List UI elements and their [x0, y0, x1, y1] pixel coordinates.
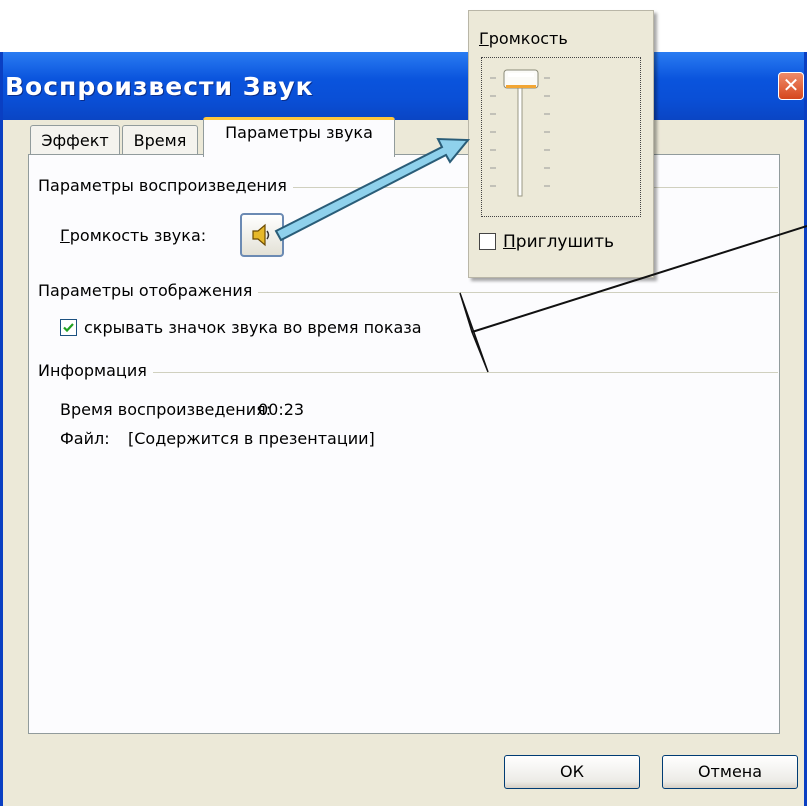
volume-slider[interactable] — [482, 58, 640, 216]
file-label: Файл: — [60, 429, 110, 448]
mute-checkbox[interactable] — [479, 233, 496, 250]
speaker-icon — [252, 223, 270, 247]
cancel-button-label: Отмена — [697, 762, 763, 781]
info-group-label: Информация — [38, 361, 153, 380]
tab-timing-label: Время — [133, 131, 187, 150]
volume-popup: Громкость Приглушить — [468, 10, 654, 278]
file-value: [Содержится в презентации] — [128, 429, 375, 448]
hide-icon-checkbox[interactable] — [60, 319, 77, 336]
tab-timing[interactable]: Время — [122, 125, 198, 157]
slider-ticks-right — [544, 77, 550, 187]
volume-label: Громкость звука: — [60, 226, 207, 245]
close-button[interactable]: ✕ — [778, 72, 804, 100]
tab-effect[interactable]: Эффект — [30, 125, 120, 157]
hide-icon-label[interactable]: скрывать значок звука во время показа — [84, 318, 422, 337]
volume-popup-title: Громкость — [479, 29, 568, 48]
close-icon: ✕ — [782, 73, 800, 97]
duration-label: Время воспроизведения: — [60, 400, 272, 419]
cancel-button[interactable]: Отмена — [662, 755, 798, 789]
volume-slider-frame — [481, 57, 641, 217]
mute-label[interactable]: Приглушить — [503, 232, 614, 252]
dialog-title: Воспроизвести Звук — [5, 72, 314, 101]
display-group-label: Параметры отображения — [38, 281, 259, 300]
tab-sound-settings[interactable]: Параметры звука — [203, 117, 395, 157]
tab-effect-label: Эффект — [41, 131, 109, 150]
volume-button[interactable] — [240, 213, 284, 257]
duration-value: 00:23 — [258, 400, 305, 419]
title-bar[interactable]: Воспроизвести Звук ✕ — [3, 52, 804, 120]
slider-ticks-left — [490, 77, 496, 187]
checkmark-icon — [63, 323, 74, 333]
ok-button-label: ОК — [560, 762, 584, 781]
playback-group-label: Параметры воспроизведения — [38, 176, 293, 195]
tab-sound-settings-label: Параметры звука — [225, 123, 373, 142]
ok-button[interactable]: ОК — [504, 755, 640, 789]
